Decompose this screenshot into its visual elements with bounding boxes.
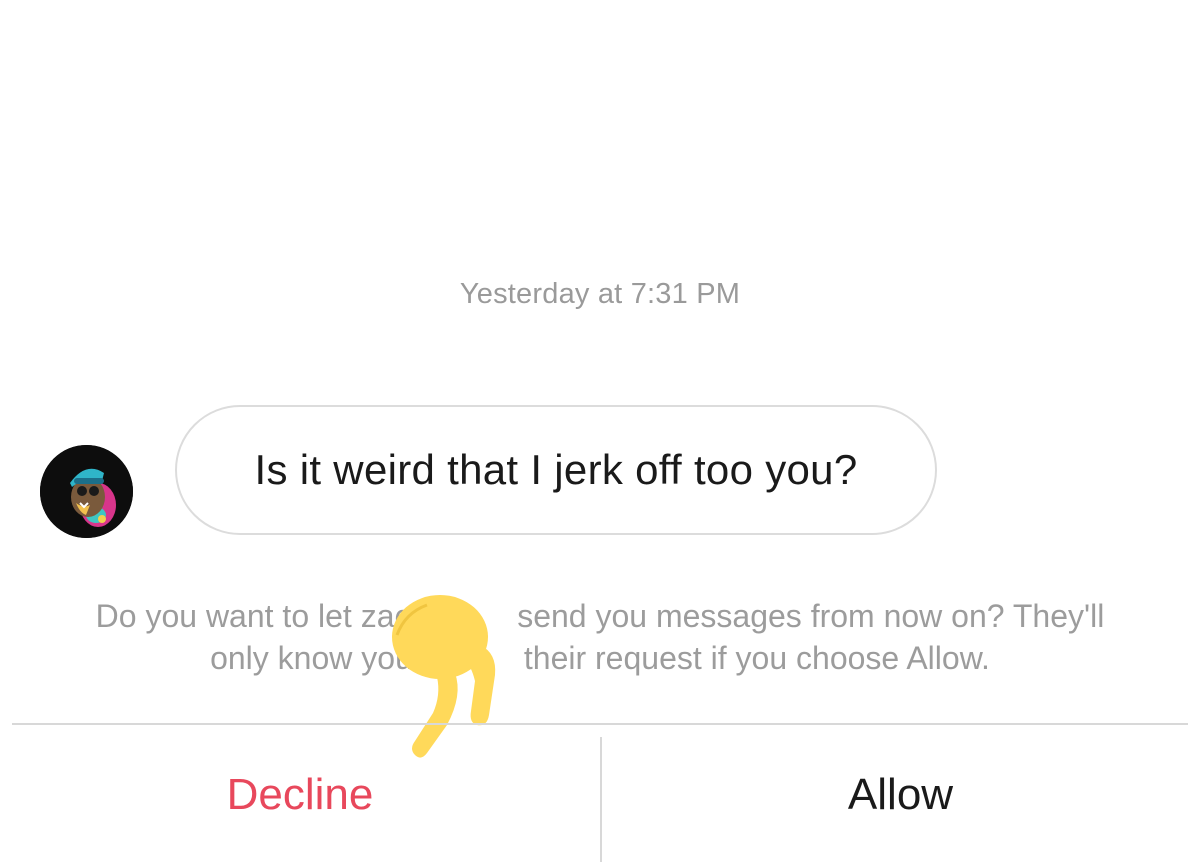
sender-avatar[interactable] [40, 445, 133, 538]
allow-button[interactable]: Allow [601, 740, 1200, 850]
message-timestamp: Yesterday at 7:31 PM [459, 278, 741, 310]
horizontal-divider [12, 723, 1188, 725]
prompt-line-1: Do you want to let zach send you message… [95, 598, 1105, 634]
prompt-line-2: only know you'v their request if you cho… [210, 640, 990, 676]
message-request-prompt: Do you want to let zach send you message… [0, 595, 1200, 679]
decline-button[interactable]: Decline [0, 740, 600, 850]
message-bubble[interactable]: Is it weird that I jerk off too you? [175, 405, 937, 535]
message-text: Is it weird that I jerk off too you? [254, 446, 858, 493]
avatar-image [40, 445, 133, 538]
